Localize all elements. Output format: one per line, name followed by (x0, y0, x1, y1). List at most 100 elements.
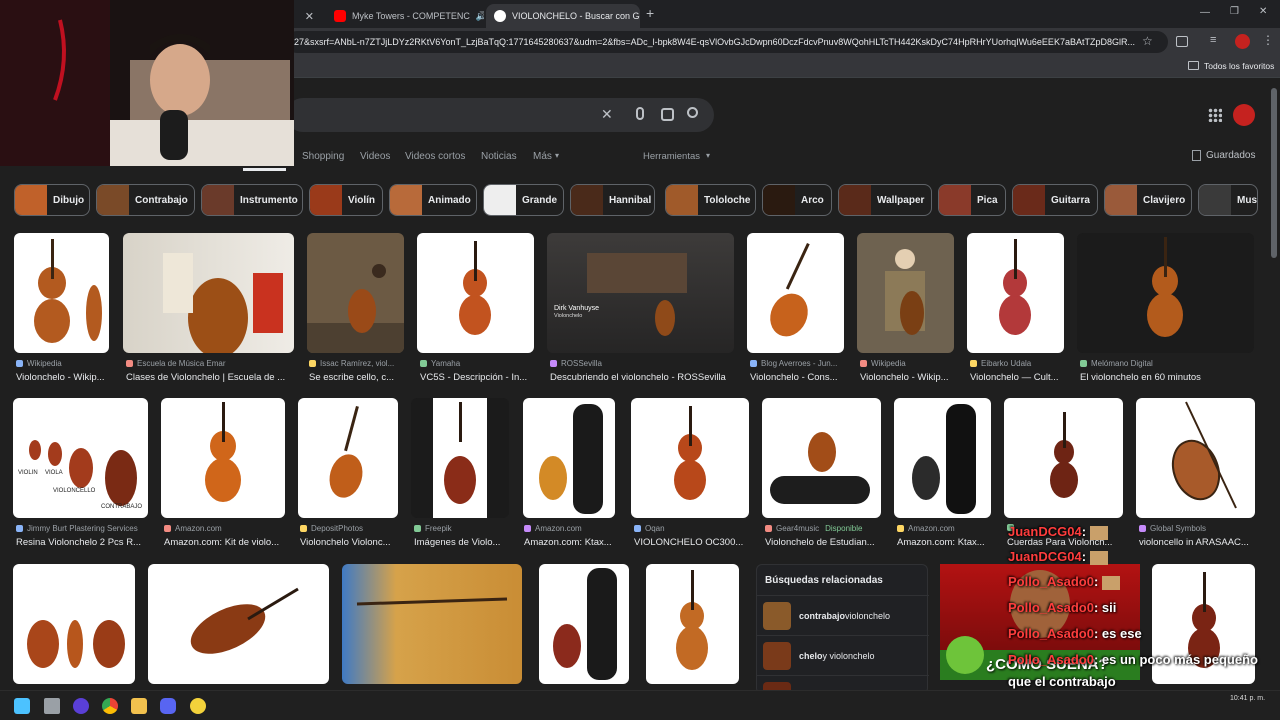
clear-icon[interactable]: ✕ (601, 106, 613, 123)
chip-instrumento[interactable]: Instrumento (201, 184, 303, 216)
image-result[interactable] (161, 398, 285, 518)
image-result[interactable] (298, 398, 398, 518)
chip-guitarra[interactable]: Guitarra (1012, 184, 1098, 216)
address-bar[interactable]: 27&sxsrf=ANbL-n7ZTJjLDYz2RKtV6YonT_LzjBa… (286, 31, 1168, 53)
app-icon[interactable] (73, 698, 89, 714)
image-result[interactable] (762, 398, 881, 518)
chip-animado[interactable]: Animado (389, 184, 477, 216)
image-result[interactable] (123, 233, 294, 353)
mic-icon[interactable] (636, 107, 644, 120)
result-title[interactable]: Amazon.com: Kit de violo... (164, 537, 285, 548)
media-icon[interactable]: ≡ (1210, 34, 1216, 46)
result-title[interactable]: VIOLONCHELO OC300... (634, 537, 749, 548)
result-title[interactable]: Descubriendo el violonchelo - ROSSevilla (550, 372, 734, 383)
chip-violín[interactable]: Violín (309, 184, 383, 216)
speaker-icon[interactable]: 🔊 (476, 11, 484, 22)
search-icon[interactable] (687, 107, 698, 118)
result-source[interactable]: Wikipedia (860, 359, 954, 368)
result-source[interactable]: Yamaha (420, 359, 534, 368)
image-result[interactable] (148, 564, 329, 684)
nav-shopping[interactable]: Shopping (302, 151, 344, 162)
chip-wallpaper[interactable]: Wallpaper (838, 184, 932, 216)
new-tab-button[interactable]: + (646, 5, 654, 21)
result-source[interactable]: Gear4music Disponible (765, 524, 881, 533)
tab-myke-towers[interactable]: Myke Towers - COMPETENC 🔊 ✕ (326, 4, 484, 28)
image-result[interactable] (342, 564, 522, 684)
chip-arco[interactable]: Arco (762, 184, 832, 216)
result-source[interactable]: Oqan (634, 524, 749, 533)
all-bookmarks-link[interactable]: Todos los favoritos (1204, 61, 1274, 71)
result-title[interactable]: Resina Violonchelo 2 Pcs R... (16, 537, 161, 548)
image-result[interactable] (13, 564, 135, 684)
result-title[interactable]: Amazon.com: Ktax... (897, 537, 991, 548)
star-icon[interactable]: ☆ (1142, 34, 1153, 48)
image-result[interactable] (631, 398, 749, 518)
menu-icon[interactable]: ⋮ (1262, 33, 1274, 47)
app-icon[interactable] (190, 698, 206, 714)
discord-icon[interactable] (160, 698, 176, 714)
image-result[interactable] (539, 564, 629, 684)
result-source[interactable]: Amazon.com (524, 524, 614, 533)
result-title[interactable]: violoncello in ARASAAC... (1139, 537, 1255, 548)
cast-icon[interactable] (1176, 36, 1188, 47)
result-source[interactable]: Global Symbols (1139, 524, 1255, 533)
result-source[interactable]: Wikipedia (16, 359, 109, 368)
image-result[interactable] (1077, 233, 1254, 353)
result-title[interactable]: Violonchelo - Wikip... (860, 372, 954, 383)
result-source[interactable]: Melómano Digital (1080, 359, 1254, 368)
image-result[interactable]: Dirk Vanhuyse Violonchelo (547, 233, 734, 353)
lens-icon[interactable] (661, 108, 674, 121)
nav-more[interactable]: Más (533, 151, 552, 162)
image-result[interactable] (307, 233, 404, 353)
chip-hannibal[interactable]: Hannibal (570, 184, 655, 216)
related-item[interactable]: chelo y violonchelo (757, 635, 929, 675)
image-result[interactable] (967, 233, 1064, 353)
result-source[interactable]: Amazon.com (164, 524, 285, 533)
result-title[interactable]: Violonchelo — Cult... (970, 372, 1064, 383)
result-source[interactable]: Issac Ramírez, viol... (309, 359, 404, 368)
chip-mus[interactable]: Mus (1198, 184, 1258, 216)
nav-videos[interactable]: Videos (360, 151, 390, 162)
search-box[interactable]: ✕ (286, 98, 714, 132)
chip-clavijero[interactable]: Clavijero (1104, 184, 1192, 216)
result-source[interactable]: Jimmy Burt Plastering Services (16, 524, 161, 533)
nav-news[interactable]: Noticias (481, 151, 517, 162)
tab-violonchelo[interactable]: VIOLONCHELO - Buscar con Go ✕ (486, 4, 640, 28)
minimize-icon[interactable]: — (1200, 7, 1210, 18)
result-title[interactable]: Violonchelo - Cons... (750, 372, 844, 383)
result-title[interactable]: Amazon.com: Ktax... (524, 537, 614, 548)
apps-icon[interactable] (1208, 108, 1222, 122)
image-result[interactable]: VIOLIN VIOLA VIOLONCELLO CONTRABAJO (13, 398, 148, 518)
image-result[interactable] (646, 564, 739, 684)
result-title[interactable]: VC5S - Descripción - In... (420, 372, 534, 383)
image-result[interactable] (857, 233, 954, 353)
image-result[interactable] (894, 398, 991, 518)
result-source[interactable]: DepositPhotos (300, 524, 398, 533)
account-avatar[interactable] (1233, 104, 1255, 126)
chip-dibujo[interactable]: Dibujo (14, 184, 90, 216)
result-title[interactable]: Imágenes de Violo... (414, 537, 509, 548)
result-source[interactable]: Blog Averroes - Jun... (750, 359, 844, 368)
chrome-icon[interactable] (102, 698, 118, 714)
image-result[interactable] (747, 233, 844, 353)
result-title[interactable]: Violonchelo - Wikip... (16, 372, 109, 383)
image-result[interactable] (411, 398, 509, 518)
result-title[interactable]: Violonchelo de Estudian... (765, 537, 881, 548)
result-source[interactable]: ROSSevilla (550, 359, 734, 368)
task-view-icon[interactable] (44, 698, 60, 714)
scrollbar-thumb[interactable] (1271, 88, 1277, 258)
restore-icon[interactable]: ❐ (1230, 6, 1239, 17)
nav-short-videos[interactable]: Videos cortos (405, 151, 465, 162)
image-result[interactable] (14, 233, 109, 353)
result-source[interactable]: Freepik (414, 524, 509, 533)
profile-avatar[interactable] (1235, 34, 1250, 49)
image-result[interactable] (1136, 398, 1255, 518)
related-item[interactable]: contrabajo violonchelo (757, 595, 929, 635)
result-source[interactable]: Escuela de Música Emar (126, 359, 294, 368)
image-result[interactable] (417, 233, 534, 353)
image-result[interactable] (523, 398, 615, 518)
chip-pica[interactable]: Pica (938, 184, 1006, 216)
result-title[interactable]: El violonchelo en 60 minutos (1080, 372, 1254, 383)
image-result[interactable] (1004, 398, 1123, 518)
result-source[interactable]: Eibarko Udala (970, 359, 1064, 368)
